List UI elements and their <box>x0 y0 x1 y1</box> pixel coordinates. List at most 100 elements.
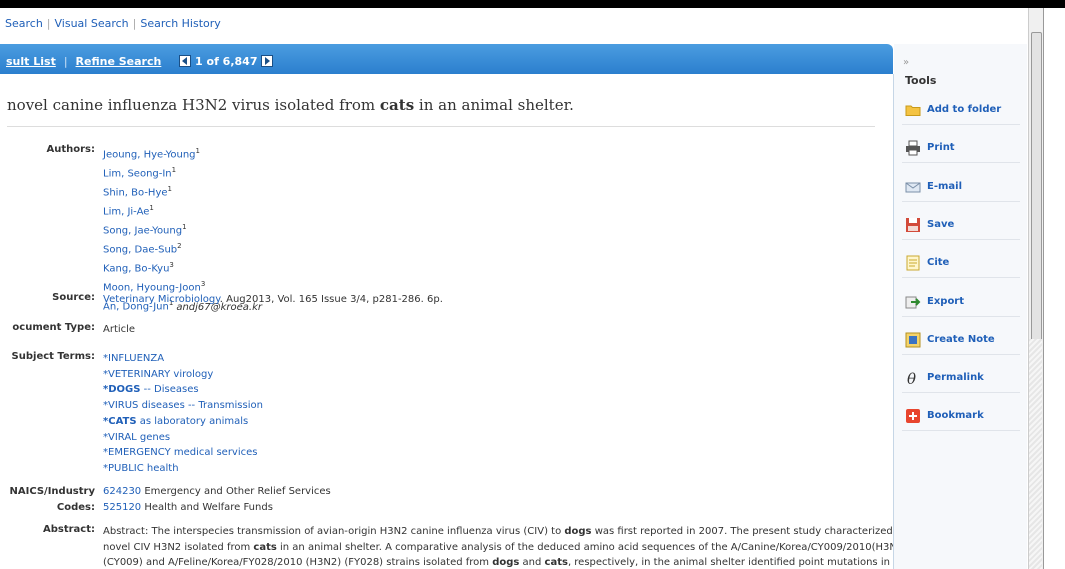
tool-label: Bookmark <box>927 410 984 422</box>
abstract-line: novel CIV H3N2 isolated from cats in an … <box>103 541 894 553</box>
naics-label: NAICS/Industry <box>9 486 95 497</box>
naics-code-link[interactable]: 624230 <box>103 486 141 497</box>
record-title: novel canine influenza H3N2 virus isolat… <box>7 96 875 127</box>
adjacent-window-edge <box>1043 8 1065 569</box>
subject-term-link[interactable]: *PUBLIC health <box>103 461 873 477</box>
subject-term-link[interactable]: *DOGS -- Diseases <box>103 382 873 398</box>
record-detail-pane: novel canine influenza H3N2 virus isolat… <box>0 74 894 569</box>
export-icon <box>905 294 921 310</box>
nav-search-history-link[interactable]: Search History <box>140 17 220 30</box>
author-row: Jeoung, Hye-Young1 <box>103 144 873 163</box>
tool-e-mail[interactable]: E-mail <box>902 177 1020 202</box>
document-type-label: ocument Type: <box>12 322 95 333</box>
tools-sidebar: » Tools Add to folder Print E-mail Save Cite… <box>894 44 1027 569</box>
note-icon <box>905 332 921 348</box>
author-affiliation: 2 <box>177 242 182 251</box>
tool-label: E-mail <box>927 180 963 192</box>
subject-term-link[interactable]: *INFLUENZA <box>103 351 873 367</box>
author-link[interactable]: Song, Dae-Sub <box>103 244 177 255</box>
author-row: Song, Dae-Sub2 <box>103 239 873 258</box>
tool-label: Add to folder <box>927 104 1002 115</box>
author-link[interactable]: Song, Jae-Young <box>103 225 182 236</box>
author-affiliation: 3 <box>200 280 206 289</box>
printer-icon <box>905 140 921 156</box>
author-link[interactable]: Shin, Bo-Hye <box>103 187 168 198</box>
tool-create-note[interactable]: Create Note <box>902 330 1020 355</box>
abstract-line: (CY009) and A/Feline/Korea/FY028/2010 (H… <box>103 557 894 569</box>
abstract-label: Abstract: <box>42 524 95 535</box>
author-row: Lim, Ji-Ae1 <box>103 201 873 220</box>
tool-export[interactable]: Export <box>902 292 1020 317</box>
scrollbar-thumb[interactable] <box>1031 32 1042 349</box>
result-toolbar: sult List | Refine Search 1 of 6,847 <box>0 44 893 74</box>
author-affiliation: 1 <box>182 223 187 232</box>
naics-list: 624230 Emergency and Other Relief Servic… <box>103 484 873 515</box>
result-list-link[interactable]: sult List <box>6 55 56 68</box>
tool-cite[interactable]: Cite <box>902 253 1020 279</box>
top-navigation: Search | Visual Search | Search History <box>5 17 221 30</box>
author-affiliation: 3 <box>169 261 174 270</box>
scrollbar-track-hatch <box>1029 339 1042 569</box>
subject-term-link[interactable]: *VIRUS diseases -- Transmission <box>103 398 873 414</box>
authors-list: Jeoung, Hye-Young1 Lim, Seong-In1 Shin, Bo… <box>103 144 873 315</box>
subject-term-link[interactable]: *VETERINARY virology <box>103 367 873 383</box>
tool-label: Print <box>927 142 955 154</box>
tool-label: Save <box>927 218 955 230</box>
next-record-icon[interactable] <box>261 55 274 67</box>
naics-row: 624230 Emergency and Other Relief Servic… <box>103 484 873 500</box>
email-icon <box>905 179 921 195</box>
nav-search-link[interactable]: Search <box>5 17 43 30</box>
abstract-text: Abstract: The interspecies transmission … <box>103 524 894 569</box>
window-top-border <box>0 0 1065 8</box>
bookmark-icon <box>905 408 921 424</box>
tool-add-to-folder[interactable]: Add to folder <box>902 100 1020 125</box>
abstract-line: Abstract: The interspecies transmission … <box>103 526 894 537</box>
author-row: Kang, Bo-Kyu3 <box>103 258 873 277</box>
document-type-value: Article <box>103 324 136 335</box>
naics-description: Emergency and Other Relief Services <box>141 486 331 497</box>
author-link[interactable]: Lim, Ji-Ae <box>103 206 149 217</box>
subject-term-link[interactable]: *CATS as laboratory animals <box>103 414 873 430</box>
author-affiliation: 1 <box>171 166 177 175</box>
naics-row: 525120 Health and Welfare Funds <box>103 500 873 516</box>
refine-search-link[interactable]: Refine Search <box>76 55 162 68</box>
author-link[interactable]: Kang, Bo-Kyu <box>103 264 169 275</box>
author-affiliation: 1 <box>149 204 154 213</box>
subject-term-link[interactable]: *VIRAL genes <box>103 430 873 446</box>
author-row: Song, Jae-Young1 <box>103 220 873 239</box>
subject-terms-label: Subject Terms: <box>11 351 95 362</box>
tool-permalink[interactable]: θ Permalink <box>902 368 1020 394</box>
tool-label: Create Note <box>927 333 995 345</box>
subject-terms-list: *INFLUENZA *VETERINARY virology *DOGS -- D… <box>103 351 873 477</box>
author-link[interactable]: Lim, Seong-In <box>103 168 172 179</box>
source-details: . Aug2013, Vol. 165 Issue 3/4, p281-286.… <box>219 294 443 305</box>
author-affiliation: 1 <box>195 147 201 155</box>
author-row: Shin, Bo-Hye1 <box>103 182 873 201</box>
collapse-sidebar-icon[interactable]: » <box>903 57 909 68</box>
tool-print[interactable]: Print <box>902 138 1020 164</box>
author-affiliation: 1 <box>167 185 172 194</box>
tool-bookmark[interactable]: Bookmark <box>902 406 1020 432</box>
naics-codes-label: Codes: <box>56 501 95 513</box>
folder-icon <box>905 102 921 118</box>
naics-description: Health and Welfare Funds <box>141 501 273 513</box>
tool-label: Permalink <box>927 372 984 384</box>
source-journal-link[interactable]: Veterinary Microbiology <box>103 294 220 305</box>
authors-label: Authors: <box>46 144 95 155</box>
link-icon: θ <box>905 370 921 388</box>
tools-title: Tools <box>905 74 937 87</box>
tool-label: Cite <box>927 257 950 269</box>
author-link[interactable]: Jeoung, Hye-Young <box>103 149 196 160</box>
save-icon <box>905 217 921 233</box>
previous-record-icon[interactable] <box>179 55 192 67</box>
record-counter: 1 of 6,847 <box>195 55 258 68</box>
author-row: Lim, Seong-In1 <box>103 163 873 182</box>
svg-text:θ: θ <box>907 370 916 386</box>
cite-icon <box>905 255 921 271</box>
subject-term-link[interactable]: *EMERGENCY medical services <box>103 445 873 461</box>
naics-code-link[interactable]: 525120 <box>103 502 141 513</box>
tool-label: Export <box>927 295 965 307</box>
tool-save[interactable]: Save <box>902 215 1020 240</box>
nav-visual-search-link[interactable]: Visual Search <box>55 17 129 30</box>
source-label: Source: <box>52 292 95 303</box>
